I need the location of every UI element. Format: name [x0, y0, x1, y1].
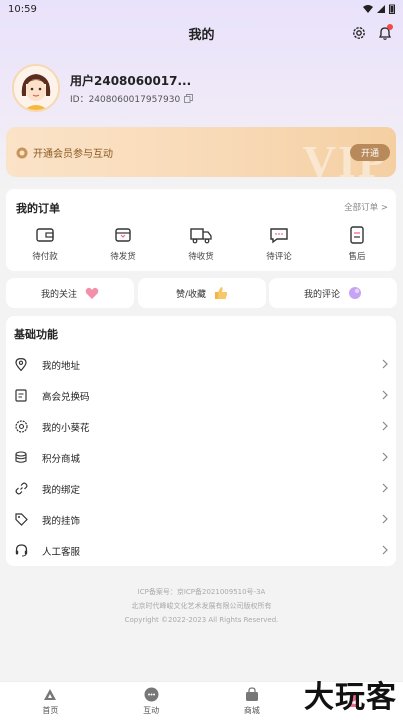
- document-icon: [350, 226, 364, 244]
- chevron-right-icon: [382, 390, 388, 400]
- function-item-customer-service[interactable]: 人工客服: [6, 535, 396, 566]
- chevron-right-icon: [382, 452, 388, 462]
- functions-title: 基础功能: [14, 328, 58, 341]
- status-bar: 10:59: [0, 0, 403, 18]
- vip-banner[interactable]: VIP 开通会员参与互动 开通: [6, 127, 396, 177]
- function-item-ornaments[interactable]: 我的挂饰: [6, 504, 396, 535]
- chevron-right-icon: [382, 483, 388, 493]
- function-label: 我的小葵花: [42, 422, 90, 434]
- function-item-redeem-code[interactable]: 高会兑换码: [6, 380, 396, 411]
- avatar[interactable]: [12, 64, 60, 112]
- flower-icon: [14, 420, 28, 433]
- functions-list: 我的地址 高会兑换码 我的小葵花 积分商城 我的绑定 我的挂饰 人工客服: [6, 349, 396, 566]
- function-item-address[interactable]: 我的地址: [6, 349, 396, 380]
- company-text: 北京时代峰峻文化艺术发展有限公司版权所有: [131, 602, 272, 610]
- quick-comments[interactable]: 我的评论: [269, 278, 397, 308]
- function-item-sunflower[interactable]: 我的小葵花: [6, 411, 396, 442]
- username[interactable]: 用户2408060017...: [70, 72, 191, 89]
- order-item-pending-review[interactable]: 待评论: [249, 225, 309, 262]
- order-label: 待收货: [188, 252, 214, 262]
- nav-home[interactable]: 首页: [20, 687, 80, 716]
- nav-interact[interactable]: 互动: [121, 687, 181, 716]
- orders-row: 待付款 待发货 待收货 待评论 售后: [6, 225, 396, 262]
- notification-button[interactable]: [375, 23, 395, 43]
- order-item-after-sales[interactable]: 售后: [327, 225, 387, 262]
- quick-label: 我的评论: [303, 289, 340, 300]
- vip-open-button[interactable]: 开通: [350, 144, 390, 161]
- order-label: 待评论: [266, 252, 292, 262]
- nav-label: 首页: [42, 705, 59, 715]
- status-icons: [363, 4, 395, 14]
- quick-follow[interactable]: 我的关注: [6, 278, 134, 308]
- home-icon: [44, 689, 57, 700]
- function-label: 积分商城: [42, 453, 81, 465]
- coins-icon: [15, 451, 27, 463]
- nav-mall[interactable]: 商城: [222, 687, 282, 716]
- wifi-icon: [363, 5, 373, 13]
- package-icon: [115, 228, 131, 242]
- order-label: 待付款: [32, 252, 58, 262]
- user-id: ID：2408060017957930: [70, 92, 194, 105]
- vip-text: 开通会员参与互动: [33, 149, 113, 160]
- functions-card: 基础功能 我的地址 高会兑换码 我的小葵花 积分商城 我的绑定 我的挂饰 人工客…: [6, 316, 396, 566]
- headset-icon: [15, 544, 27, 557]
- avatar-illustration: [14, 66, 58, 110]
- site-watermark: 大玩客: [304, 680, 397, 715]
- vip-badge-icon: [16, 147, 28, 158]
- function-label: 我的地址: [42, 360, 81, 372]
- order-item-pending-payment[interactable]: 待付款: [15, 225, 75, 262]
- legal-footer: ICP备案号：京ICP备2021009510号-3A 北京时代峰峻文化艺术发展有…: [0, 585, 403, 627]
- function-item-bindings[interactable]: 我的绑定: [6, 473, 396, 504]
- thumbs-up-icon: [215, 287, 228, 299]
- bag-icon: [245, 687, 258, 701]
- battery-icon: [389, 4, 395, 14]
- quick-label: 我的关注: [40, 289, 77, 300]
- truck-icon: [190, 228, 212, 244]
- chevron-right-icon: [382, 545, 388, 555]
- function-label: 高会兑换码: [42, 391, 90, 403]
- copyright-text: Copyright ©2022-2023 All Rights Reserved…: [124, 616, 279, 624]
- copy-icon[interactable]: [184, 94, 194, 103]
- tag-icon: [14, 513, 28, 526]
- page-title: 我的: [188, 27, 215, 43]
- quick-label: 赞/收藏: [175, 289, 207, 300]
- orders-card: 我的订单 全部订单 > 待付款 待发货 待收货 待评论 售后: [6, 189, 396, 271]
- order-label: 待发货: [110, 252, 136, 262]
- chat-icon: [144, 687, 159, 702]
- chevron-right-icon: [382, 421, 388, 431]
- orders-title: 我的订单: [16, 202, 60, 215]
- location-icon: [15, 358, 27, 371]
- app-header: 我的: [0, 20, 403, 46]
- notification-dot: [387, 24, 393, 30]
- function-label: 我的挂饰: [42, 515, 81, 527]
- vip-info: 开通会员参与互动: [16, 145, 113, 160]
- heart-icon: [85, 287, 99, 299]
- settings-button[interactable]: [349, 23, 369, 43]
- quick-likes[interactable]: 赞/收藏: [138, 278, 266, 308]
- signal-icon: [377, 5, 385, 13]
- wallet-icon: [36, 228, 54, 242]
- user-id-text: ID：2408060017957930: [70, 95, 181, 105]
- chevron-right-icon: [382, 359, 388, 369]
- order-label: 售后: [348, 252, 366, 262]
- icp-text: ICP备案号：京ICP备2021009510号-3A: [137, 588, 266, 596]
- link-icon: [15, 482, 27, 495]
- order-item-pending-receipt[interactable]: 待收货: [171, 225, 231, 262]
- orders-all-link[interactable]: 全部订单 >: [344, 201, 388, 213]
- gear-icon: [353, 27, 365, 39]
- function-label: 我的绑定: [42, 484, 81, 496]
- status-time: 10:59: [8, 3, 37, 15]
- bubble-icon: [349, 287, 361, 299]
- order-item-pending-shipment[interactable]: 待发货: [93, 225, 153, 262]
- comment-icon: [270, 228, 288, 244]
- nav-label: 商城: [243, 705, 260, 715]
- voucher-icon: [15, 389, 27, 402]
- function-label: 人工客服: [42, 546, 81, 558]
- chevron-right-icon: [382, 514, 388, 524]
- function-item-points-mall[interactable]: 积分商城: [6, 442, 396, 473]
- nav-label: 互动: [143, 705, 160, 715]
